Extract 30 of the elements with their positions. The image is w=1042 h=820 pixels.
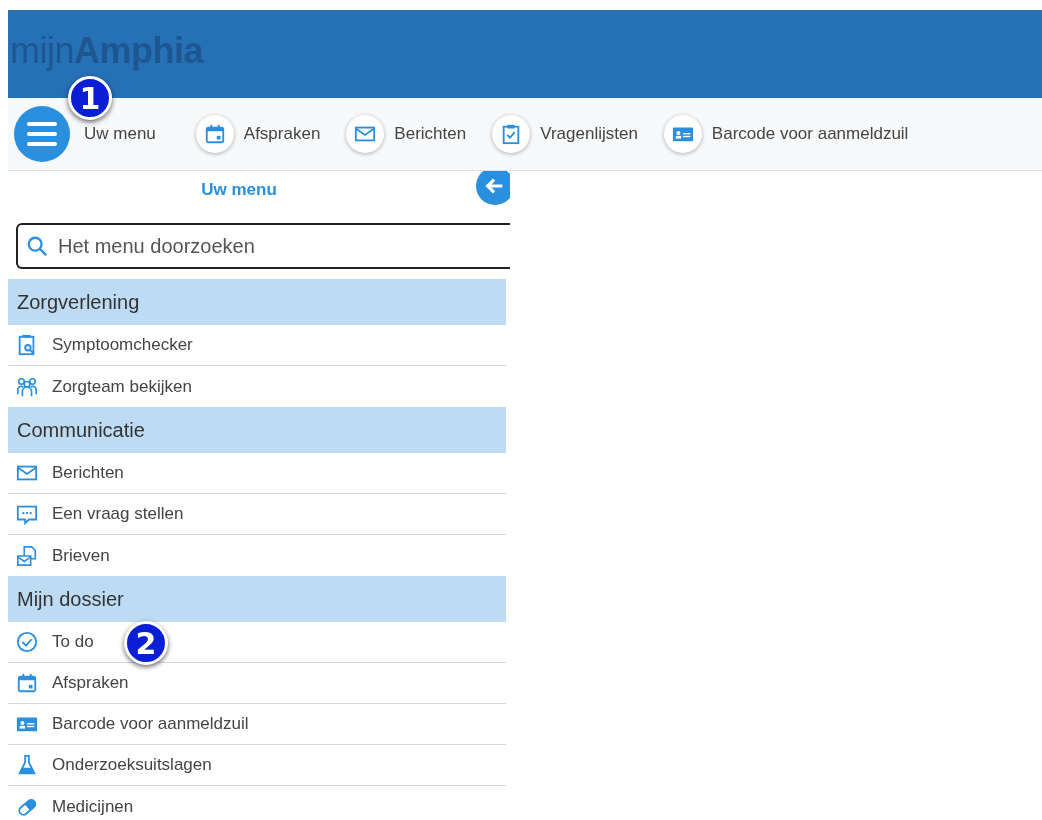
search-field[interactable]: Het menu doorzoeken (16, 223, 510, 269)
section-header: Communicatie (8, 407, 506, 453)
calendar-icon (203, 123, 226, 145)
shortcut-button[interactable]: Vragenlijsten (492, 115, 638, 153)
section-header: Mijn dossier (8, 576, 506, 622)
menu-item[interactable]: Symptoomchecker (8, 325, 506, 366)
menu-item[interactable]: Een vraag stellen (8, 494, 506, 535)
search-icon (26, 235, 48, 257)
people-icon (16, 375, 38, 398)
shortcut-button[interactable]: Berichten (346, 115, 467, 153)
menu-item[interactable]: Brieven (8, 535, 506, 576)
letter-envelope-icon (16, 544, 38, 567)
menu-button[interactable]: Uw menu (84, 124, 156, 144)
panel-title: Uw menu (200, 179, 278, 201)
flask-icon (16, 754, 38, 776)
shortcut-button[interactable]: Afspraken (195, 115, 321, 153)
menu-item[interactable]: To do 2 (8, 622, 506, 663)
menu-item[interactable]: Onderzoeksuitslagen (8, 745, 506, 786)
number-badge: 2 (124, 621, 168, 665)
shortcut-button[interactable]: Barcode voor aanmeldzuil (663, 115, 909, 153)
menu-item[interactable]: Barcode voor aanmeldzuil (8, 704, 506, 745)
menu-item[interactable]: Zorgteam bekijken (8, 366, 506, 407)
chat-bubble-icon (16, 503, 38, 525)
menu-item[interactable]: Afspraken (8, 663, 506, 704)
menu-item[interactable]: Medicijnen (8, 786, 506, 820)
calendar-icon (16, 672, 38, 694)
menu-icon[interactable] (14, 106, 70, 162)
menu-item[interactable]: Berichten (8, 453, 506, 494)
section-header: Zorgverlening (8, 279, 506, 325)
clock-check-icon (16, 631, 38, 653)
